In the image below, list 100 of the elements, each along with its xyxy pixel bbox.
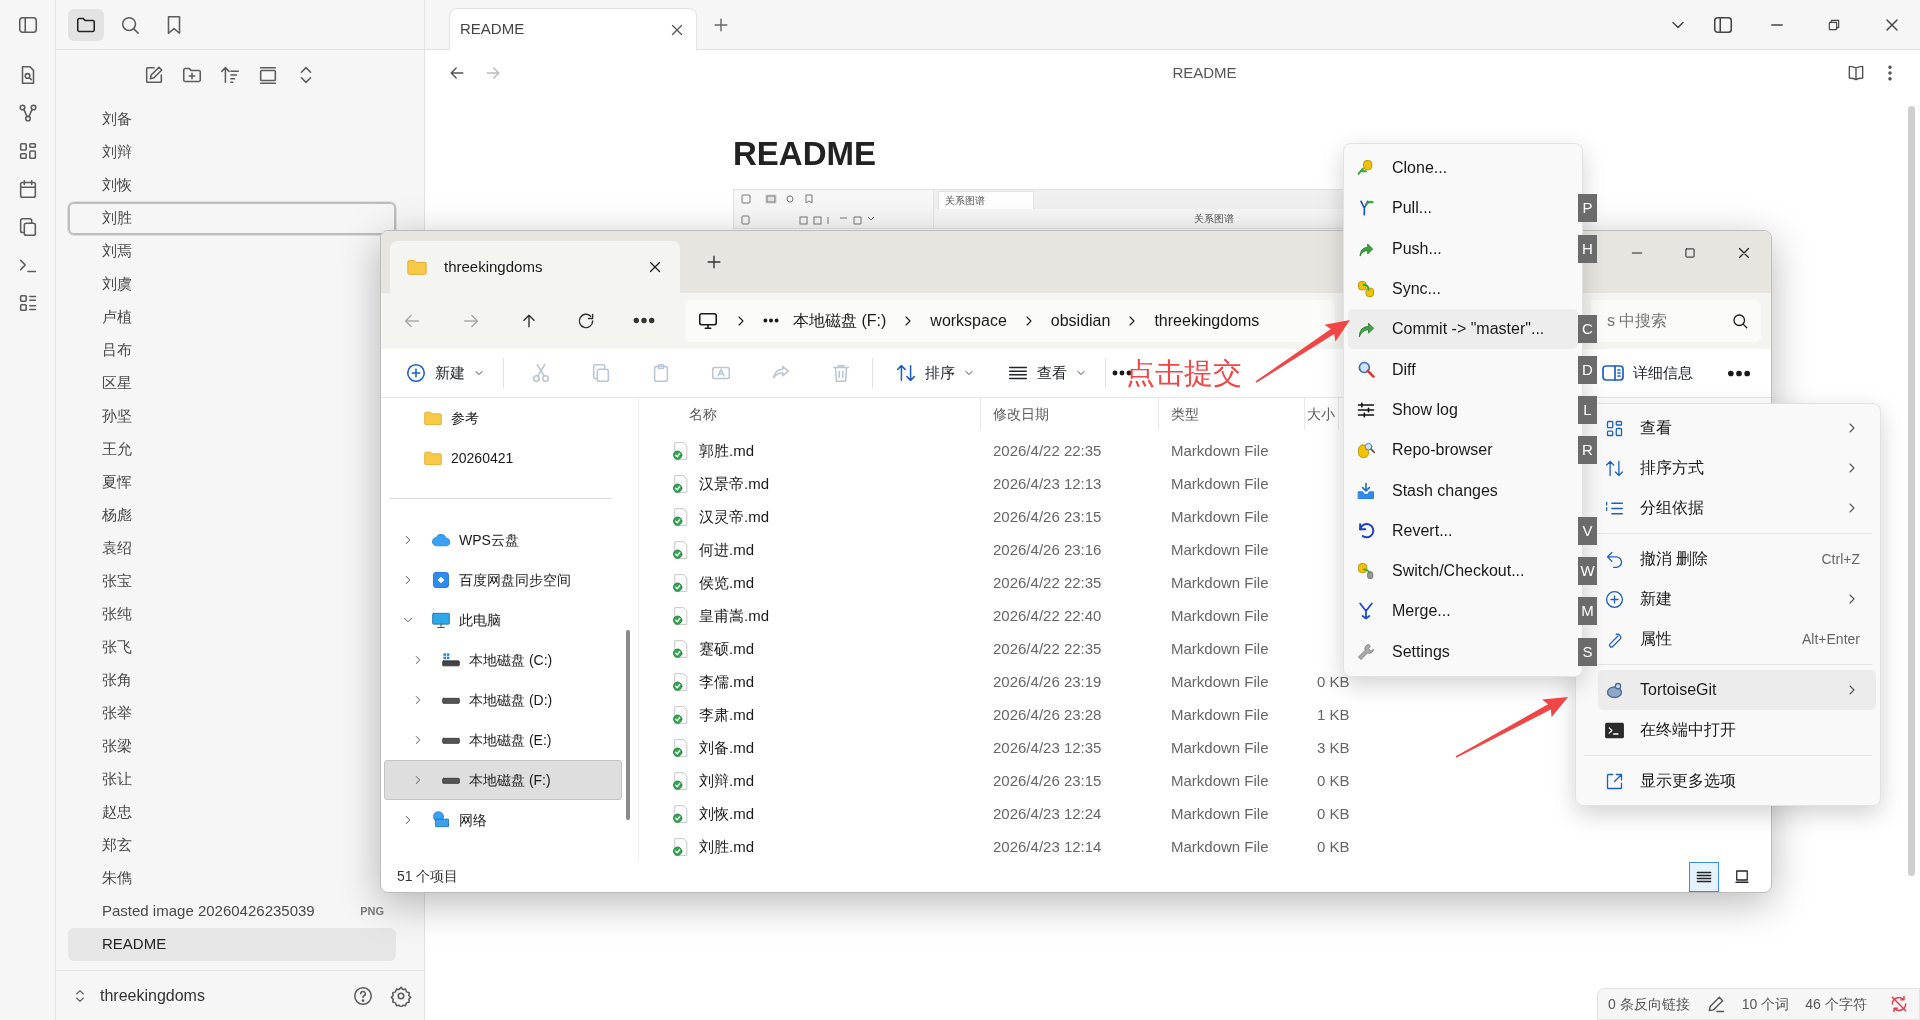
- menu-item[interactable]: Commit -> "master"...: [1348, 309, 1578, 350]
- file-name-cell[interactable]: 皇甫嵩.md: [659, 599, 981, 633]
- type-cell-text: Markdown File: [1170, 539, 1270, 560]
- nav-item[interactable]: 本地磁盘 (D:): [384, 680, 622, 721]
- search-bar[interactable]: s 中搜索: [1591, 299, 1761, 342]
- breadcrumb-item[interactable]: workspace: [930, 308, 1007, 333]
- file-name-cell[interactable]: 刘辩.md: [659, 764, 981, 798]
- new-button[interactable]: 新建: [397, 357, 493, 389]
- nav-item[interactable]: 本地磁盘 (C:): [384, 640, 622, 681]
- menu-item[interactable]: Revert...: [1348, 510, 1578, 551]
- sidebar-toggle-icon[interactable]: [1712, 14, 1734, 36]
- scrollbar-thumb[interactable]: [1908, 106, 1915, 876]
- file-name-cell[interactable]: 刘备.md: [659, 731, 981, 765]
- editor-tab[interactable]: README: [449, 8, 697, 50]
- more-icon[interactable]: [633, 317, 655, 325]
- new-note-icon[interactable]: [143, 64, 165, 86]
- nav-item[interactable]: 百度网盘同步空间: [384, 560, 622, 601]
- breadcrumb-item[interactable]: obsidian: [1050, 308, 1111, 333]
- file-type-label: PNG: [360, 904, 384, 920]
- settings-icon[interactable]: [390, 984, 412, 1007]
- address-bar[interactable]: 本地磁盘 (F:) workspace obsidian threekingdoms: [685, 299, 1335, 342]
- file-item[interactable]: 刘备: [68, 103, 396, 136]
- menu-item[interactable]: Push...: [1348, 228, 1578, 269]
- search-field[interactable]: s 中搜索: [1605, 307, 1715, 334]
- tray-icon: [1356, 480, 1376, 501]
- file-name-cell[interactable]: 刘胜.md: [659, 830, 981, 862]
- file-item[interactable]: 刘恢: [68, 169, 396, 202]
- menu-item[interactable]: Diff: [1348, 349, 1578, 390]
- nav-item[interactable]: WPS云盘: [384, 520, 622, 561]
- menu-item[interactable]: 分组依据: [1598, 488, 1876, 528]
- file-name-cell[interactable]: 刘恢.md: [659, 797, 981, 831]
- access-key-hint: M: [1578, 597, 1597, 626]
- column-header[interactable]: 类型: [1159, 398, 1305, 431]
- help-icon[interactable]: [352, 984, 374, 1007]
- menu-item[interactable]: 显示更多选项: [1598, 761, 1876, 801]
- view-button[interactable]: 查看: [999, 357, 1095, 389]
- column-header[interactable]: 修改日期: [981, 398, 1159, 431]
- reading-view-icon[interactable]: [1846, 63, 1866, 83]
- nav-item[interactable]: 此电脑: [384, 600, 622, 641]
- annotation-text: 点击提交: [1126, 356, 1242, 391]
- type-cell-text: Markdown File: [1170, 440, 1270, 461]
- menu-item[interactable]: 排序方式: [1598, 448, 1876, 488]
- graph-icon[interactable]: [16, 102, 39, 124]
- file-name-cell[interactable]: 李肃.md: [659, 698, 981, 732]
- sidebar-toggle-icon[interactable]: [16, 14, 39, 36]
- menu-item[interactable]: Merge...: [1348, 591, 1578, 632]
- menu-item[interactable]: Sync...: [1348, 268, 1578, 310]
- menu-item[interactable]: TortoiseGit: [1598, 670, 1876, 710]
- nav-item[interactable]: 20260421: [384, 438, 622, 479]
- access-key-hint: W: [1578, 557, 1597, 585]
- sort-icon[interactable]: [219, 64, 241, 86]
- nav-item[interactable]: 本地磁盘 (F:): [384, 760, 622, 801]
- breadcrumb-item[interactable]: threekingdoms: [1154, 308, 1260, 333]
- file-item[interactable]: 刘胜: [68, 202, 396, 235]
- nav-item[interactable]: 网络: [384, 800, 622, 841]
- file-name-cell[interactable]: 蹇硕.md: [659, 632, 981, 666]
- type-cell-text: Markdown File: [1170, 803, 1270, 824]
- file-item[interactable]: Pasted image 20260426235039 PNG: [68, 895, 396, 928]
- file-name-cell[interactable]: 李儒.md: [659, 665, 981, 699]
- breadcrumb-item[interactable]: 本地磁盘 (F:): [793, 308, 887, 333]
- column-header[interactable]: 大小: [1305, 398, 1339, 431]
- explorer-tab[interactable]: threekingdoms: [390, 241, 680, 293]
- file-name-cell[interactable]: 侯览.md: [659, 566, 981, 600]
- file-name-cell[interactable]: 汉景帝.md: [659, 467, 981, 501]
- search-icon: [1731, 311, 1749, 330]
- file-item[interactable]: 刘辩: [68, 136, 396, 169]
- file-name-cell[interactable]: 郭胜.md: [659, 434, 981, 468]
- menu-item[interactable]: Show log: [1348, 389, 1578, 431]
- collapse-icon[interactable]: [257, 64, 279, 86]
- date-cell-text: 2026/4/26 23:19: [992, 671, 1103, 692]
- nav-item[interactable]: 参考: [384, 398, 622, 439]
- menu-item[interactable]: 在终端中打开: [1598, 710, 1876, 750]
- sort-button[interactable]: 排序: [887, 357, 983, 389]
- menu-item[interactable]: Repo-browser: [1348, 430, 1578, 471]
- file-name-cell[interactable]: 何进.md: [659, 533, 981, 567]
- menu-item[interactable]: Pull...: [1348, 188, 1578, 229]
- shortcut-text: Ctrl+Z: [1821, 549, 1860, 569]
- nav-item[interactable]: 本地磁盘 (E:): [384, 720, 622, 761]
- menu-item[interactable]: Switch/Checkout...: [1348, 550, 1578, 592]
- type-cell-text: Markdown File: [1170, 572, 1270, 593]
- menu-item[interactable]: Stash changes: [1348, 470, 1578, 511]
- file-name-cell[interactable]: 汉灵帝.md: [659, 500, 981, 534]
- scrollbar-thumb[interactable]: [626, 630, 630, 821]
- ellipsis-icon[interactable]: [763, 318, 779, 324]
- menu-item[interactable]: Settings: [1348, 631, 1578, 672]
- file-item[interactable]: README: [68, 928, 396, 961]
- maximize-icon[interactable]: [1683, 246, 1697, 260]
- details-view-button[interactable]: [1689, 861, 1719, 892]
- more-icon[interactable]: [1727, 369, 1751, 377]
- menu-item[interactable]: Clone...: [1348, 148, 1578, 189]
- menu-item[interactable]: 属性 Alt+Enter: [1598, 619, 1876, 659]
- menu-item[interactable]: 查看: [1598, 408, 1876, 448]
- sync-error-icon[interactable]: [1889, 994, 1909, 1014]
- word-count: 10 个词: [1741, 994, 1790, 1014]
- menu-item[interactable]: 撤消 删除 Ctrl+Z: [1598, 539, 1876, 579]
- vault-name[interactable]: threekingdoms: [100, 983, 205, 1008]
- column-header[interactable]: 名称: [659, 398, 981, 431]
- restore-icon[interactable]: [1826, 17, 1842, 33]
- sidebar-tab[interactable]: [68, 8, 104, 41]
- menu-item[interactable]: 新建: [1598, 579, 1876, 619]
